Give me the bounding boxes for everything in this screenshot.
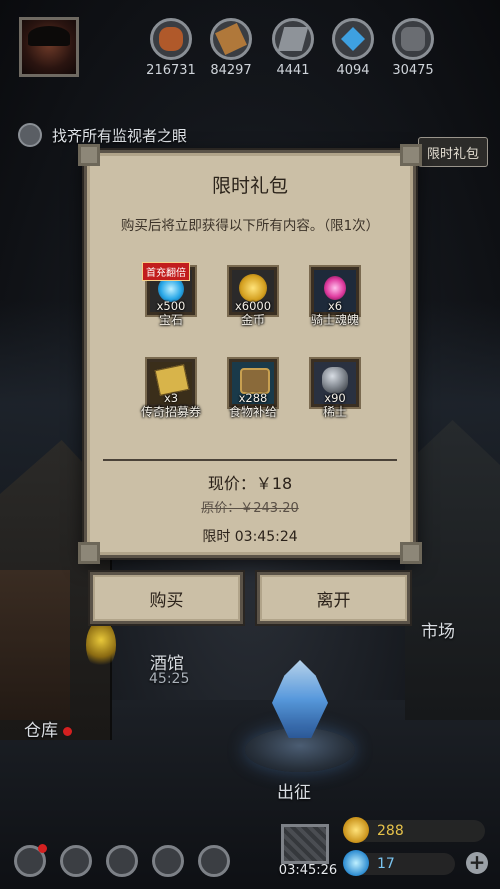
castle-menu-icon[interactable] xyxy=(106,845,138,877)
ore-glyph xyxy=(322,367,348,393)
crystal-icon xyxy=(332,18,374,60)
dialog-subtitle: 购买后将立即获得以下所有内容。（限1次） xyxy=(120,218,380,234)
food-supply-icon: x288 xyxy=(229,359,277,407)
reward-item[interactable]: 首充翻倍 x500 宝石 xyxy=(135,262,207,328)
limited-pack-dialog: 限时礼包 购买后将立即获得以下所有内容。（限1次） 首充翻倍 x500 宝石 x… xyxy=(78,144,422,564)
warehouse-building[interactable] xyxy=(0,570,70,720)
coin-glyph xyxy=(239,274,267,302)
item-name: 传奇招募券 xyxy=(140,405,201,419)
knight-soul-icon: x6 xyxy=(311,267,359,315)
corner-ornament xyxy=(400,144,422,166)
heroes-menu-icon[interactable] xyxy=(60,845,92,877)
soul-glyph xyxy=(324,276,346,300)
resource-ore[interactable]: 30475 xyxy=(390,18,436,78)
corner-ornament xyxy=(78,144,100,166)
iron-icon xyxy=(272,18,314,60)
add-currency-button[interactable]: + xyxy=(466,852,488,874)
item-name: 骑士魂魄 xyxy=(310,313,359,327)
gift-box-icon[interactable] xyxy=(281,824,329,864)
wood-icon xyxy=(150,18,192,60)
reward-item[interactable]: x3 传奇招募券 xyxy=(135,359,207,420)
item-name: 宝石 xyxy=(158,313,183,327)
resource-value: 30475 xyxy=(392,63,434,78)
quest-tracker[interactable]: 找齐所有监视者之眼 xyxy=(18,122,187,148)
buy-button[interactable]: 购买 xyxy=(90,572,243,624)
original-price: 原价：￥243.20 xyxy=(87,497,413,516)
notification-dot xyxy=(38,844,47,853)
dialog-title: 限时礼包 xyxy=(211,175,288,197)
gold-coin-icon xyxy=(343,817,369,843)
item-name: 食物补给 xyxy=(228,405,277,419)
lamp-glow xyxy=(86,620,116,670)
original-price-text: 原价：￥243.20 xyxy=(201,501,299,516)
market-label[interactable]: 市场 xyxy=(421,617,455,642)
recruit-scroll-icon: x3 xyxy=(147,359,195,407)
offer-timer: 限时 03:45:24 xyxy=(202,529,298,545)
gold-counter[interactable]: 288 xyxy=(343,817,485,843)
current-price: 现价：￥18 xyxy=(207,474,293,493)
gold-coin-icon: x6000 xyxy=(229,267,277,315)
warehouse-label[interactable]: 仓库 xyxy=(24,716,72,741)
leave-button[interactable]: 离开 xyxy=(257,572,410,624)
tavern-timer: 45:25 xyxy=(149,671,190,687)
expedition-label[interactable]: 出征 xyxy=(277,778,311,803)
mail-menu-icon[interactable] xyxy=(152,845,184,877)
market-building[interactable] xyxy=(405,420,500,720)
gift-timer: 03:45:26 xyxy=(278,863,338,878)
item-name: 金币 xyxy=(240,313,265,327)
divider xyxy=(103,459,397,461)
limited-pack-button[interactable]: 限时礼包 xyxy=(418,137,488,167)
cloth-icon xyxy=(210,18,252,60)
reward-item[interactable]: x6000 金币 xyxy=(217,267,289,328)
item-name: 稀土 xyxy=(322,405,347,419)
reward-item[interactable]: x6 骑士魂魄 xyxy=(299,267,371,328)
notification-dot xyxy=(63,726,72,736)
resource-cloth[interactable]: 84297 xyxy=(208,18,254,78)
first-charge-badge: 首充翻倍 xyxy=(142,262,190,281)
ore-icon xyxy=(392,18,434,60)
player-avatar[interactable] xyxy=(19,17,79,77)
avatar-hat xyxy=(28,26,70,46)
reward-item[interactable]: x90 稀土 xyxy=(299,359,371,420)
character-menu-icon[interactable] xyxy=(14,844,47,877)
quest-text: 找齐所有监视者之眼 xyxy=(52,126,188,145)
settings-gear-icon[interactable] xyxy=(198,845,230,877)
hammer-icon xyxy=(18,123,42,147)
rare-soldier-icon: x90 xyxy=(311,359,359,407)
gem-icon xyxy=(343,850,369,876)
gem-counter[interactable]: 17 xyxy=(343,850,455,876)
gem-icon: 首充翻倍 x500 xyxy=(142,262,195,315)
gold-value: 288 xyxy=(377,823,404,839)
reward-item[interactable]: x288 食物补给 xyxy=(217,359,289,420)
gem-value: 17 xyxy=(377,856,395,872)
